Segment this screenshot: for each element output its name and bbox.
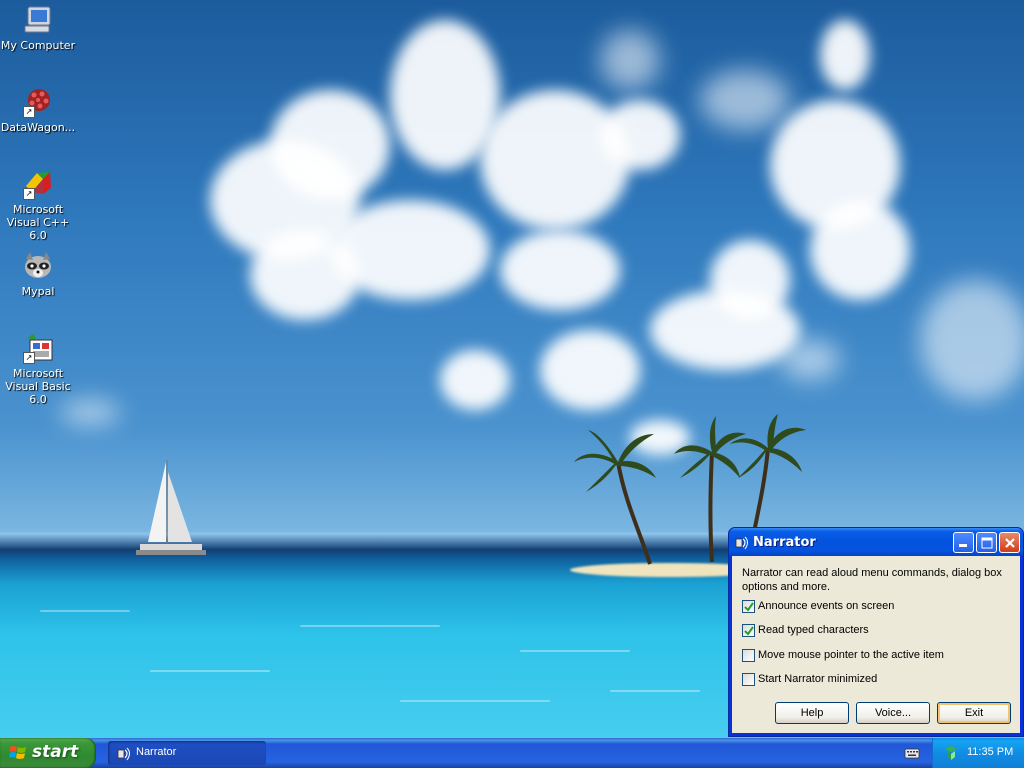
system-tray: 11:35 PM bbox=[932, 738, 1024, 768]
window-title: Narrator bbox=[753, 535, 816, 550]
checkbox[interactable] bbox=[742, 649, 755, 662]
option-label: Move mouse pointer to the active item bbox=[758, 649, 944, 661]
checkbox[interactable] bbox=[742, 673, 755, 686]
shortcut-arrow-icon: ↗ bbox=[23, 352, 35, 364]
narrator-title-bar[interactable]: Narrator bbox=[729, 528, 1023, 556]
narrator-client-area: Narrator can read aloud menu commands, d… bbox=[732, 556, 1020, 733]
desktop-icon-label: Microsoft Visual Basic 6.0 bbox=[5, 367, 71, 406]
minimize-button[interactable] bbox=[953, 532, 974, 553]
checkmark-icon bbox=[744, 626, 754, 636]
taskbar-item-label: Narrator bbox=[136, 746, 177, 758]
shortcut-arrow-icon: ↗ bbox=[23, 188, 35, 200]
exit-button[interactable]: Exit bbox=[937, 702, 1011, 724]
option-label: Read typed characters bbox=[758, 624, 869, 636]
option-label: Start Narrator minimized bbox=[758, 673, 878, 685]
narrator-icon bbox=[117, 747, 130, 761]
narrator-window: Narrator Narrator can read aloud menu co… bbox=[728, 527, 1024, 737]
clock: 11:35 PM bbox=[967, 746, 1014, 758]
help-button[interactable]: Help bbox=[775, 702, 849, 724]
checkmark-icon bbox=[744, 602, 754, 612]
start-label: start bbox=[32, 742, 79, 762]
desktop-icon-mypal[interactable]: Mypal bbox=[0, 250, 76, 298]
narrator-tray-icon[interactable] bbox=[943, 745, 959, 761]
visual-basic-icon: ↗ bbox=[21, 332, 55, 366]
shortcut-arrow-icon: ↗ bbox=[23, 106, 35, 118]
desktop-icon-datawagon[interactable]: ↗ DataWagon... bbox=[0, 86, 76, 134]
keyboard-icon[interactable] bbox=[904, 745, 920, 761]
checkbox[interactable] bbox=[742, 624, 755, 637]
minimize-icon bbox=[959, 544, 967, 547]
datawagon-icon: ↗ bbox=[21, 86, 55, 120]
taskbar-item-narrator[interactable]: Narrator bbox=[108, 741, 266, 765]
narrator-icon bbox=[735, 536, 748, 550]
taskbar: start Narrator 11:35 PM bbox=[0, 738, 1024, 768]
checkbox[interactable] bbox=[742, 600, 755, 613]
close-button[interactable] bbox=[999, 532, 1020, 553]
maximize-icon bbox=[981, 537, 993, 549]
maximize-button[interactable] bbox=[976, 532, 997, 553]
voice-button[interactable]: Voice... bbox=[856, 702, 930, 724]
raccoon-icon bbox=[21, 250, 55, 284]
start-button[interactable]: start bbox=[0, 738, 96, 768]
option-label: Announce events on screen bbox=[758, 600, 895, 612]
narrator-description: Narrator can read aloud menu commands, d… bbox=[742, 567, 1002, 593]
windows-logo-icon bbox=[9, 746, 26, 759]
desktop-icon-label: Mypal bbox=[21, 285, 55, 298]
desktop-icon-label: Microsoft Visual C++ 6.0 bbox=[6, 203, 70, 242]
desktop-icon-visual-cpp[interactable]: ↗ Microsoft Visual C++ 6.0 bbox=[0, 168, 76, 242]
desktop-icon-label: My Computer bbox=[0, 39, 76, 52]
desktop-icon-visual-basic[interactable]: ↗ Microsoft Visual Basic 6.0 bbox=[0, 332, 76, 406]
computer-icon bbox=[21, 4, 55, 38]
close-icon bbox=[1005, 538, 1015, 548]
sailboat-illustration bbox=[136, 460, 206, 555]
desktop-icon-label: DataWagon... bbox=[0, 121, 76, 134]
desktop-icon-my-computer[interactable]: My Computer bbox=[0, 4, 76, 52]
visual-cpp-icon: ↗ bbox=[21, 168, 55, 202]
